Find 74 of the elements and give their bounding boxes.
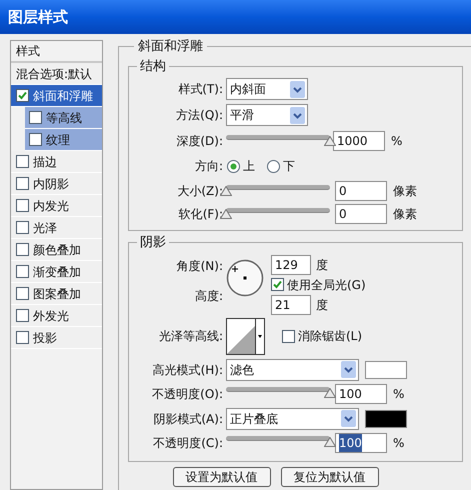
checkbox-option[interactable]: 使用全局光(G) xyxy=(271,276,366,294)
radio-icon xyxy=(267,160,280,172)
color-swatch[interactable] xyxy=(365,410,407,428)
field-label: 不透明度(O): xyxy=(151,386,223,402)
unit-label: 像素 xyxy=(393,183,417,200)
group-title: 结构 xyxy=(139,58,167,76)
color-swatch[interactable] xyxy=(365,360,407,378)
checkbox[interactable] xyxy=(16,243,29,256)
number-field[interactable]: 100 xyxy=(335,384,387,404)
chevron-icon xyxy=(341,361,356,378)
slider-thumb[interactable] xyxy=(324,437,336,447)
chevron-icon xyxy=(341,410,356,427)
field-label: 高度: xyxy=(194,288,223,304)
dropdown[interactable]: 内斜面 xyxy=(226,78,308,100)
checkbox[interactable] xyxy=(16,199,29,212)
chevron-icon xyxy=(290,106,305,124)
unit-label: 度 xyxy=(316,296,328,314)
dialog-button[interactable]: 复位为默认值 xyxy=(280,466,378,486)
dialog-button[interactable]: 设置为默认值 xyxy=(172,466,270,486)
field-label: 高光模式(H): xyxy=(152,362,223,378)
slider-thumb[interactable] xyxy=(220,208,232,218)
checkbox[interactable] xyxy=(16,331,29,344)
checkbox[interactable] xyxy=(16,265,29,278)
checkbox[interactable] xyxy=(282,330,295,342)
field-label: 光泽等高线: xyxy=(158,328,223,345)
group-title: 阴影 xyxy=(139,234,167,252)
field-label: 不透明度(C): xyxy=(152,434,223,452)
number-field[interactable]: 0 xyxy=(335,204,387,224)
radio-icon xyxy=(227,160,240,172)
checkbox[interactable] xyxy=(271,278,284,291)
radio-button[interactable]: 上 xyxy=(227,157,255,175)
field-label: 阴影模式(A): xyxy=(152,410,223,428)
slider-thumb[interactable] xyxy=(324,136,336,146)
slider-thumb[interactable] xyxy=(220,186,232,196)
checkbox[interactable] xyxy=(16,89,29,102)
chevron-icon xyxy=(290,80,305,98)
contour-picker[interactable] xyxy=(226,318,265,354)
window-title: 图层样式 xyxy=(8,6,68,28)
checkbox-option[interactable]: 消除锯齿(L) xyxy=(282,327,362,345)
field-label: 深度(D): xyxy=(175,133,223,150)
angle-dial[interactable] xyxy=(226,258,264,296)
checkbox[interactable] xyxy=(16,177,29,190)
field-label: 方法(Q): xyxy=(175,107,223,124)
unit-label: % xyxy=(391,133,402,150)
field-label: 角度(N): xyxy=(176,258,223,274)
number-field[interactable]: 100 xyxy=(335,432,387,452)
list-header: 样式 xyxy=(16,43,40,60)
sidebar-item[interactable]: 等高线 xyxy=(25,107,102,129)
checkbox[interactable] xyxy=(16,287,29,300)
checkbox[interactable] xyxy=(29,111,42,124)
radio-button[interactable]: 下 xyxy=(267,157,295,175)
field-label: 样式(T): xyxy=(177,81,223,98)
dropdown[interactable]: 平滑 xyxy=(226,104,308,126)
unit-label: % xyxy=(393,434,404,452)
number-field[interactable]: 1000 xyxy=(333,131,385,151)
dropdown[interactable]: 正片叠底 xyxy=(226,408,359,430)
sidebar-item[interactable]: 斜面和浮雕 xyxy=(11,85,102,107)
unit-label: % xyxy=(393,386,404,402)
number-field[interactable]: 0 xyxy=(335,181,387,201)
dropdown[interactable]: 滤色 xyxy=(226,358,359,380)
checkbox[interactable] xyxy=(29,133,42,146)
slider-thumb[interactable] xyxy=(324,388,336,398)
group-title: 斜面和浮雕 xyxy=(137,38,204,56)
unit-label: 像素 xyxy=(393,206,417,223)
unit-label: 度 xyxy=(316,256,328,274)
number-field[interactable]: 129 xyxy=(271,254,311,274)
field-label: 大小(Z): xyxy=(176,183,223,200)
field-label: 方向: xyxy=(194,158,223,175)
field-label: 软化(F): xyxy=(178,206,223,223)
number-field[interactable]: 21 xyxy=(271,294,311,314)
checkbox[interactable] xyxy=(16,309,29,322)
checkbox[interactable] xyxy=(16,221,29,234)
sidebar-item[interactable]: 纹理 xyxy=(25,129,102,151)
checkbox[interactable] xyxy=(16,155,29,168)
